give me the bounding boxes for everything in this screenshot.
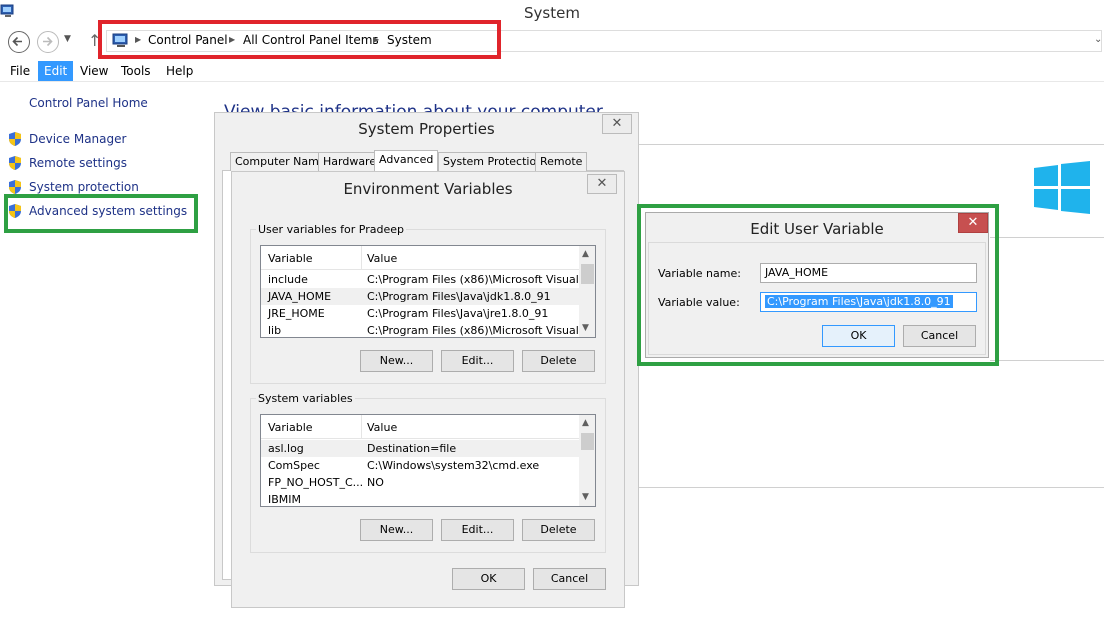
column-header-value[interactable]: Value [367,421,397,434]
vertical-scrollbar[interactable]: ▲ ▼ [579,415,595,506]
sidebar-item-system-protection[interactable]: System protection [29,180,139,194]
back-button[interactable] [8,31,30,53]
scroll-down-icon[interactable]: ▼ [582,492,589,502]
divider [990,360,1104,361]
uac-shield-icon [9,132,21,146]
address-dropdown-chevron-icon[interactable]: ⌄ [1094,34,1102,45]
annotation-red-box [98,20,501,59]
uac-shield-icon [9,180,21,194]
column-header-variable[interactable]: Variable [268,421,313,434]
variable-name-cell: FP_NO_HOST_C... [268,476,364,489]
system-properties-close-icon[interactable]: ✕ [602,114,632,134]
divider [600,144,1104,145]
table-row-selected[interactable]: JAVA_HOME C:\Program Files\Java\jdk1.8.0… [261,288,579,305]
table-row[interactable]: ComSpec C:\Windows\system32\cmd.exe [261,457,579,474]
scroll-thumb[interactable] [581,264,594,284]
variable-name-cell: JRE_HOME [268,307,325,320]
list-header: Variable Value [261,246,579,270]
variable-value-cell: C:\Program Files\Java\jdk1.8.0_91 [367,290,551,303]
table-row[interactable]: JRE_HOME C:\Program Files\Java\jre1.8.0_… [261,305,579,322]
column-divider [361,415,362,439]
menu-tools[interactable]: Tools [115,61,157,81]
menu-help[interactable]: Help [160,61,199,81]
scroll-thumb[interactable] [581,433,594,450]
forward-button[interactable] [37,31,59,53]
scroll-up-icon[interactable]: ▲ [582,249,589,259]
column-divider [361,246,362,270]
user-variables-label: User variables for Pradeep [256,223,406,236]
environment-ok-button[interactable]: OK [452,568,525,590]
table-row[interactable]: asl.log Destination=file [261,440,579,457]
variable-value-cell: Destination=file [367,442,457,455]
divider [620,487,1104,488]
menu-view[interactable]: View [74,61,114,81]
menu-file[interactable]: File [4,61,36,81]
variable-value-cell: C:\Program Files (x86)\Microsoft Visual … [367,273,593,286]
tab-hardware[interactable]: Hardware [318,152,382,171]
annotation-green-box [4,194,198,233]
system-variables-list[interactable]: Variable Value asl.log Destination=file … [260,414,596,507]
variable-value-cell: C:\Program Files\Java\jre1.8.0_91 [367,307,549,320]
variable-name-cell: IBMIM [268,493,302,506]
user-variables-list[interactable]: Variable Value include C:\Program Files … [260,245,596,338]
divider [990,237,1104,238]
environment-variables-title: Environment Variables [343,180,513,198]
column-header-value[interactable]: Value [367,252,397,265]
variable-value-cell: NO [367,476,384,489]
sidebar-item-remote-settings[interactable]: Remote settings [29,156,127,170]
variable-name-cell: lib [268,324,282,337]
user-new-button[interactable]: New... [360,350,433,372]
environment-variables-close-icon[interactable]: ✕ [587,174,617,194]
uac-shield-icon [9,156,21,170]
annotation-green-box [637,204,999,366]
scroll-up-icon[interactable]: ▲ [582,418,589,428]
column-header-variable[interactable]: Variable [268,252,313,265]
variable-name-cell: ComSpec [268,459,320,472]
windows-logo-icon [1034,161,1090,214]
scroll-down-icon[interactable]: ▼ [582,323,589,333]
variable-name-cell: include [268,273,308,286]
table-row[interactable]: lib C:\Program Files (x86)\Microsoft Vis… [261,322,593,337]
variable-value-cell: C:\Windows\system32\cmd.exe [367,459,540,472]
arrow-right-icon [43,36,53,47]
control-panel-home-link[interactable]: Control Panel Home [29,96,148,110]
system-properties-title: System Properties [358,120,495,138]
tab-remote[interactable]: Remote [535,152,588,171]
user-edit-button[interactable]: Edit... [441,350,514,372]
user-delete-button[interactable]: Delete [522,350,595,372]
recent-locations-chevron-icon[interactable]: ▼ [64,34,71,44]
menu-edit[interactable]: Edit [38,61,74,81]
sidebar-item-device-manager[interactable]: Device Manager [29,132,126,146]
tab-advanced[interactable]: Advanced [374,150,439,172]
list-header: Variable Value [261,415,579,439]
environment-cancel-button[interactable]: Cancel [533,568,606,590]
table-row[interactable]: IBMIM [261,491,579,506]
table-row[interactable]: FP_NO_HOST_C... NO [261,474,579,491]
system-new-button[interactable]: New... [360,519,433,541]
variable-name-cell: asl.log [268,442,304,455]
vertical-scrollbar[interactable]: ▲ ▼ [579,246,595,337]
arrow-left-icon [12,36,22,47]
variable-value-cell: C:\Program Files (x86)\Microsoft Visual … [367,324,593,337]
system-variables-label: System variables [256,392,355,405]
variable-name-cell: JAVA_HOME [268,290,332,303]
system-delete-button[interactable]: Delete [522,519,595,541]
tab-system-protection[interactable]: System Protection [438,152,549,171]
table-row[interactable]: include C:\Program Files (x86)\Microsoft… [261,271,593,288]
system-edit-button[interactable]: Edit... [441,519,514,541]
tab-computer-name[interactable]: Computer Name [230,152,331,171]
